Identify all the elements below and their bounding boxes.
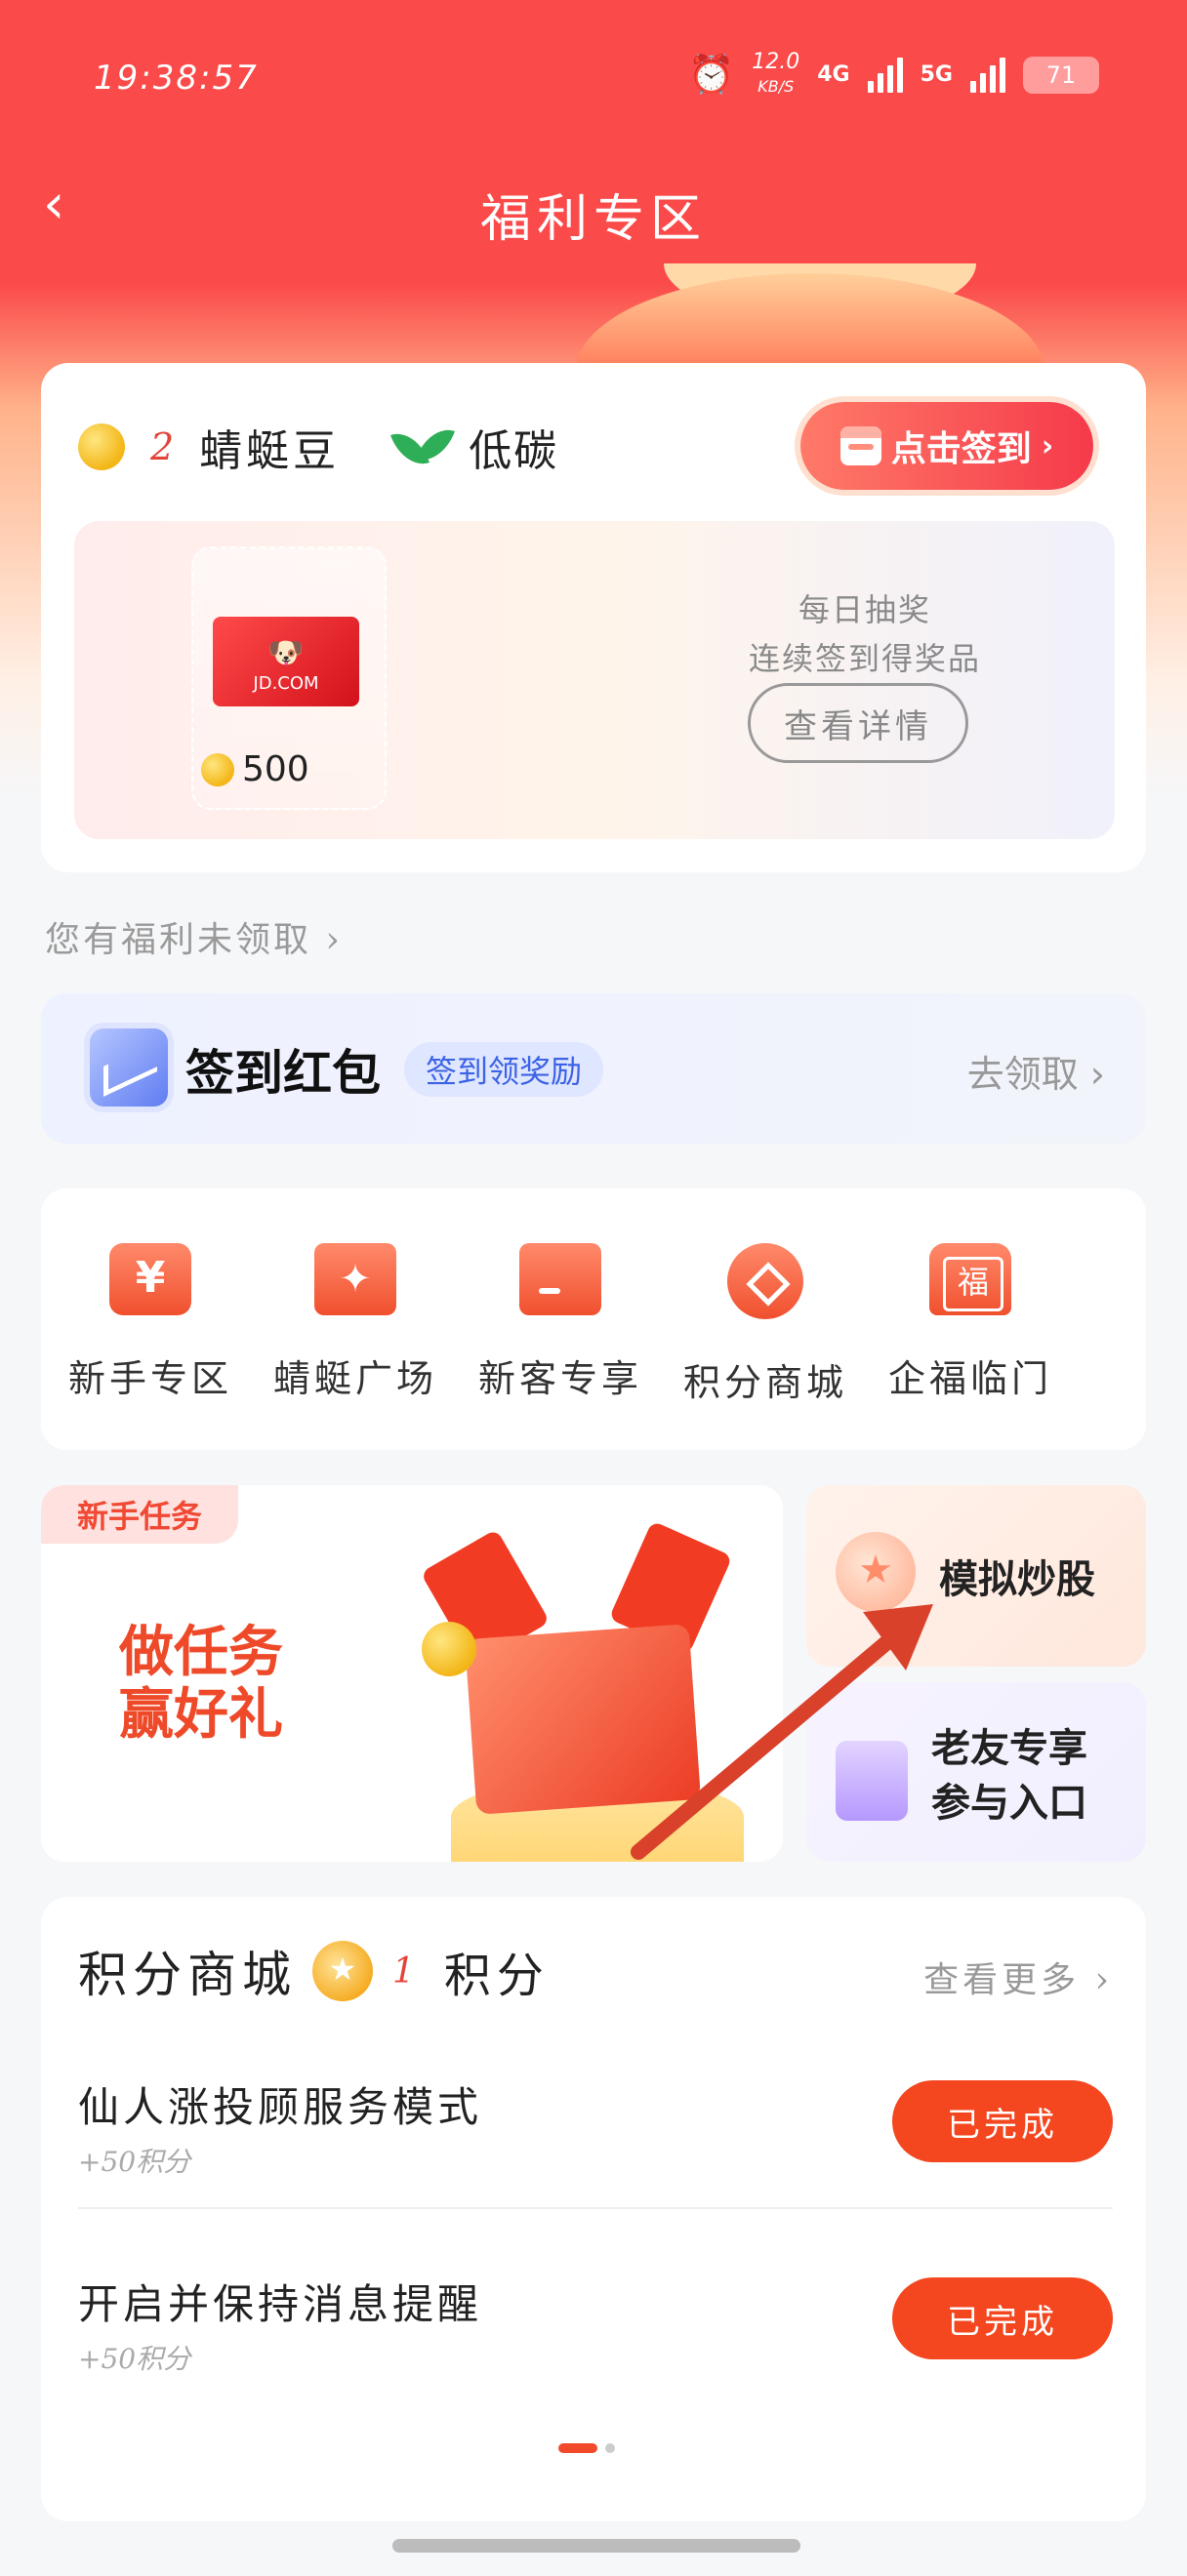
speed-unit: KB/S <box>757 77 795 96</box>
fu-house-icon <box>929 1243 1011 1315</box>
dragonfly-icon <box>314 1243 396 1315</box>
page-title: 福利专区 <box>479 190 707 249</box>
network-speed: 12.0 KB/S <box>752 51 799 99</box>
page-dot-active <box>558 2443 597 2453</box>
network-5g: 5G <box>920 62 953 87</box>
task-slogan-line-2: 赢好礼 <box>119 1683 283 1747</box>
mock-stock-label: 模拟炒股 <box>939 1557 1095 1602</box>
menu-item-dragonfly-square[interactable]: 蜻蜓广场 <box>258 1243 453 1402</box>
unclaimed-welfare-link[interactable]: 您有福利未领取 › <box>45 911 343 962</box>
jd-card-text: JD.COM <box>253 673 319 694</box>
page-indicator <box>558 2443 615 2453</box>
bean-icon <box>78 423 125 470</box>
envelope-icon <box>519 1243 601 1315</box>
star-coin-icon <box>836 1532 916 1612</box>
menu-item-newbie[interactable]: 新手专区 <box>53 1243 248 1402</box>
menu-label: 积分商城 <box>682 1361 847 1404</box>
signal-icon <box>867 57 903 93</box>
status-indicators: ⏰ 12.0 KB/S 4G 5G 71 <box>688 51 1099 99</box>
leaf-icon <box>394 423 453 470</box>
menu-label: 新客专享 <box>477 1357 642 1400</box>
task-slogan-line-1: 做任务 <box>119 1621 283 1684</box>
red-packet-title: 签到红包 <box>185 1045 381 1102</box>
page-dot <box>605 2443 615 2453</box>
view-details-button[interactable]: 查看详情 <box>748 683 968 763</box>
chart-trend-icon <box>90 1028 168 1107</box>
mock-stock-card[interactable]: 模拟炒股 <box>806 1485 1146 1667</box>
diamond-coin-icon <box>727 1243 803 1319</box>
low-carbon-label: 低碳 <box>469 426 559 476</box>
prize-item[interactable]: 🐶 JD.COM 500 <box>191 546 387 810</box>
calendar-icon <box>839 426 881 465</box>
old-friend-label: 老友专享 参与入口 <box>931 1721 1087 1831</box>
lottery-line-2: 连续签到得奖品 <box>748 640 981 677</box>
newbie-task-banner[interactable]: 新手任务 做任务 赢好礼 <box>41 1485 783 1862</box>
task-name: 开启并保持消息提醒 <box>78 2280 483 2328</box>
chevron-right-icon: › <box>1041 428 1054 463</box>
jd-logo-icon: 🐶 <box>267 636 305 670</box>
points-count: 1 <box>392 1951 415 1992</box>
list-item: 仙人涨投顾服务模式 +50积分 已完成 <box>78 2053 1113 2209</box>
status-time: 19:38:57 <box>94 59 259 98</box>
alarm-icon: ⏰ <box>687 53 735 96</box>
menu-item-new-customer[interactable]: 新客专享 <box>463 1243 658 1402</box>
signal-icon <box>970 57 1005 93</box>
completed-button[interactable]: 已完成 <box>892 2080 1113 2162</box>
welfare-page: 19:38:57 ⏰ 12.0 KB/S 4G 5G 71 ‹ 福利专区 2 蜻… <box>0 0 1187 2576</box>
old-friend-card[interactable]: 老友专享 参与入口 <box>806 1682 1146 1862</box>
sign-in-button[interactable]: 点击签到 › <box>800 402 1093 490</box>
wallet-icon <box>109 1243 191 1315</box>
points-mall-title: 积分商城 <box>78 1947 297 2003</box>
home-indicator[interactable] <box>392 2539 800 2553</box>
bean-icon <box>201 752 234 786</box>
menu-item-points-mall[interactable]: 积分商城 <box>668 1243 863 1406</box>
view-more-link[interactable]: 查看更多 › <box>923 1952 1113 2002</box>
gift-box-icon <box>465 1624 701 1815</box>
task-reward: +50积分 <box>78 2146 191 2178</box>
prize-amount: 500 <box>242 749 309 789</box>
menu-label: 新手专区 <box>67 1357 232 1400</box>
menu-label: 蜻蜓广场 <box>272 1357 437 1400</box>
lottery-description: 每日抽奖 连续签到得奖品 <box>738 585 992 683</box>
red-packet-tag: 签到领奖励 <box>404 1042 604 1097</box>
list-item: 开启并保持消息提醒 +50积分 已完成 <box>78 2250 1113 2406</box>
points-mall-card: 积分商城 1 积分 查看更多 › 仙人涨投顾服务模式 +50积分 已完成 开启并… <box>41 1897 1146 2521</box>
menu-label: 企福临门 <box>887 1357 1052 1400</box>
task-reward: +50积分 <box>78 2343 191 2375</box>
old-friend-line-2: 参与入口 <box>931 1781 1087 1826</box>
daily-lottery-panel[interactable]: 🐶 JD.COM 500 每日抽奖 连续签到得奖品 查看详情 <box>74 521 1115 839</box>
claim-link[interactable]: 去领取 › <box>967 1044 1105 1098</box>
lottery-line-1: 每日抽奖 <box>798 591 931 628</box>
bean-summary: 2 蜻蜓豆 低碳 <box>78 416 558 478</box>
task-slogan: 做任务 赢好礼 <box>119 1622 283 1747</box>
status-bar: 19:38:57 ⏰ 12.0 KB/S 4G 5G 71 <box>0 39 1187 117</box>
feature-menu: 新手专区 蜻蜓广场 新客专享 积分商城 企福临门 <box>41 1188 1146 1450</box>
points-unit: 积分 <box>443 1949 550 2003</box>
old-friend-line-1: 老友专享 <box>931 1726 1087 1771</box>
jd-gift-card: 🐶 JD.COM <box>213 617 359 706</box>
prize-cost: 500 <box>201 749 309 789</box>
smiley-coin-icon <box>422 1622 476 1676</box>
task-name: 仙人涨投顾服务模式 <box>78 2083 483 2131</box>
sign-in-label: 点击签到 <box>890 429 1032 469</box>
completed-button[interactable]: 已完成 <box>892 2277 1113 2359</box>
sign-in-card: 2 蜻蜓豆 低碳 点击签到 › 🐶 JD.COM 500 每日抽奖 连续签到得奖… <box>41 363 1146 872</box>
points-star-icon <box>312 1941 373 2001</box>
points-mall-header: 积分商城 1 积分 <box>78 1936 550 2006</box>
sign-red-packet-card[interactable]: 签到红包 签到领奖励 去领取 › <box>41 993 1146 1144</box>
speed-value: 12.0 <box>752 50 800 74</box>
clipboard-icon <box>836 1741 908 1821</box>
newbie-task-tag: 新手任务 <box>41 1485 238 1544</box>
network-4g: 4G <box>817 62 850 87</box>
bean-count: 2 <box>150 425 175 468</box>
menu-item-enterprise-fortune[interactable]: 企福临门 <box>873 1243 1068 1402</box>
bean-label: 蜻蜓豆 <box>199 426 341 476</box>
battery-icon: 71 <box>1023 56 1099 94</box>
